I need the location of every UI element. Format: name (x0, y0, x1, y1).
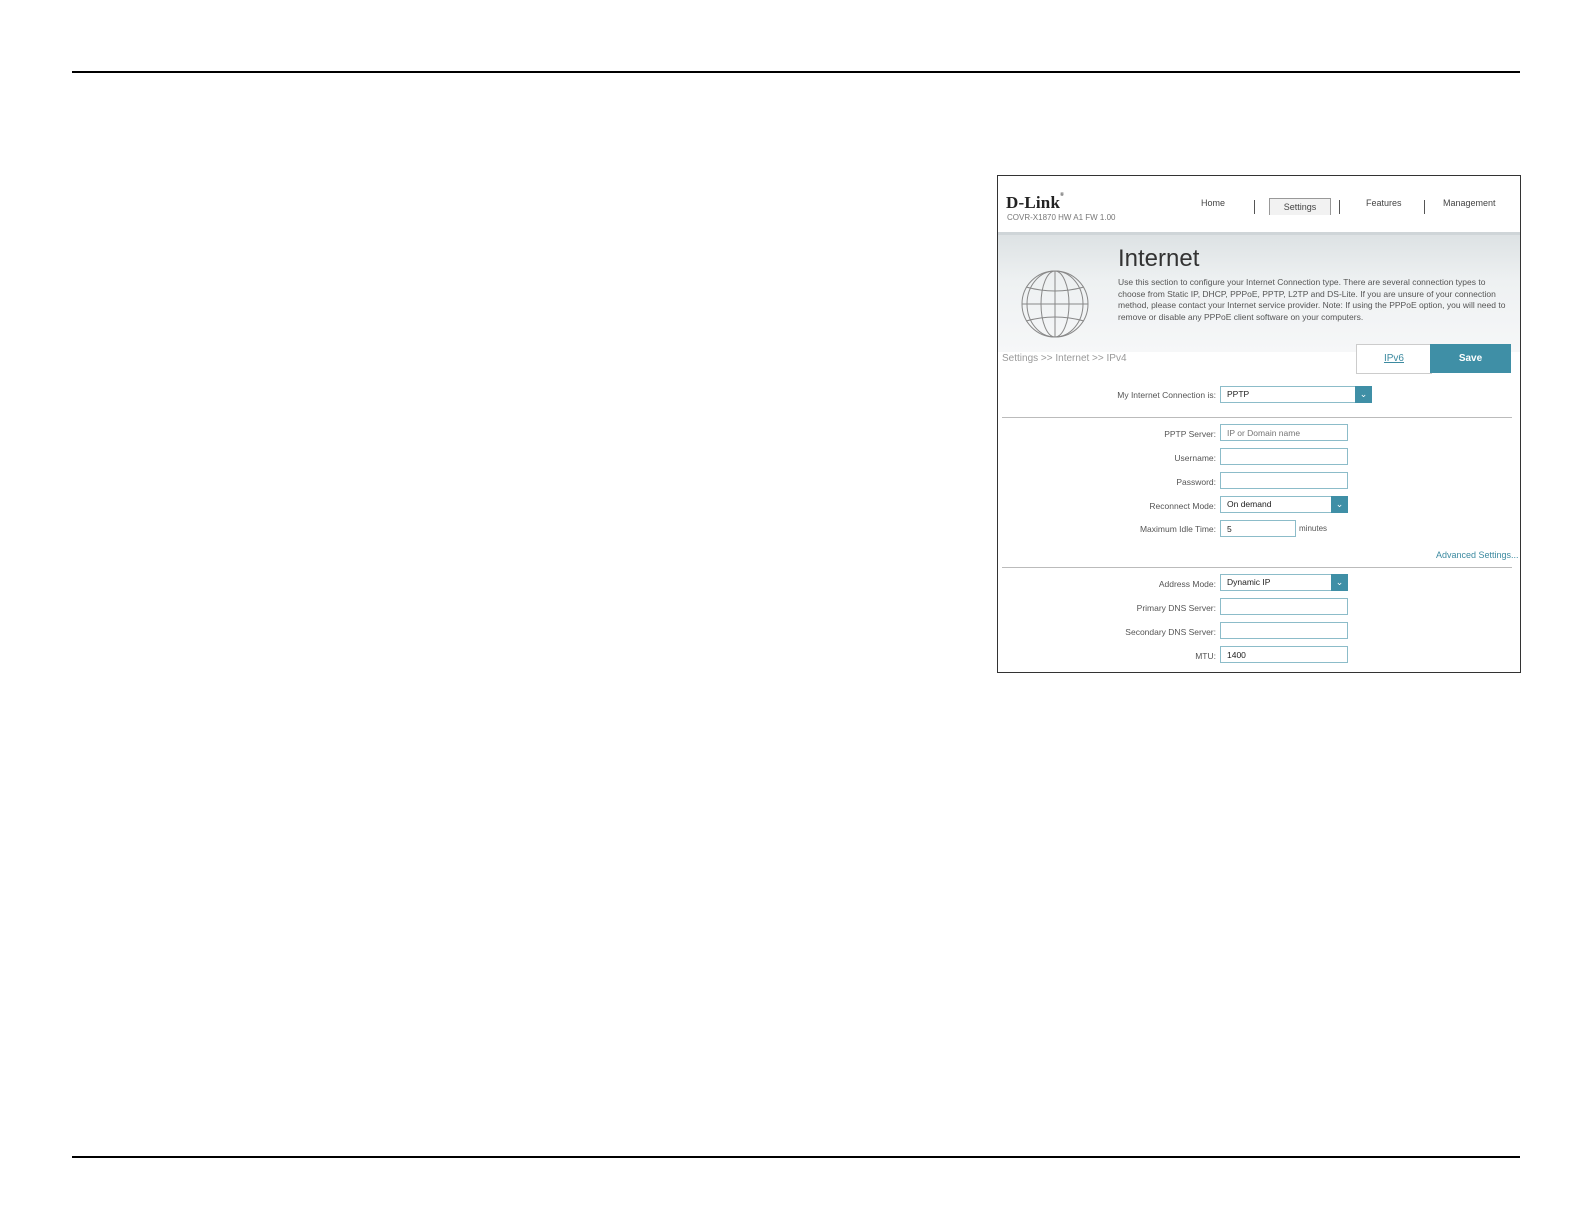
ipv6-button[interactable]: IPv6 (1356, 344, 1432, 374)
address-mode-select[interactable]: Dynamic IP ⌄ (1220, 574, 1348, 591)
router-ui-screenshot: D-Link® COVR-X1870 HW A1 FW 1.00 Home Se… (997, 175, 1521, 673)
reconnect-mode-label: Reconnect Mode: (1149, 501, 1216, 511)
connection-type-value: PPTP (1227, 389, 1250, 399)
page-banner: Internet Use this section to configure y… (998, 232, 1520, 352)
idle-unit-label: minutes (1299, 524, 1328, 533)
page-description: Use this section to configure your Inter… (1118, 277, 1506, 322)
advanced-settings-link[interactable]: Advanced Settings... (1436, 550, 1519, 560)
max-idle-time-label: Maximum Idle Time: (1139, 524, 1216, 534)
pptp-server-label: PPTP Server: (1164, 429, 1216, 439)
connection-type-label: My Internet Connection is: (1117, 390, 1216, 400)
divider (1002, 417, 1512, 418)
nav-features[interactable]: Features (1366, 198, 1402, 208)
top-rule (72, 71, 1520, 73)
page-title: Internet (1118, 245, 1200, 272)
address-mode-label: Address Mode: (1158, 579, 1216, 589)
secondary-dns-input[interactable] (1220, 622, 1348, 639)
password-label: Password: (1176, 477, 1216, 487)
primary-dns-input[interactable] (1220, 598, 1348, 615)
save-button[interactable]: Save (1430, 344, 1511, 373)
pptp-server-input[interactable] (1220, 424, 1348, 441)
password-input[interactable] (1220, 472, 1348, 489)
nav-settings[interactable]: Settings (1269, 198, 1331, 215)
nav-divider (1424, 200, 1425, 214)
username-input[interactable] (1220, 448, 1348, 465)
globe-icon (1021, 270, 1089, 338)
reconnect-mode-select[interactable]: On demand ⌄ (1220, 496, 1348, 513)
app-header: D-Link® COVR-X1870 HW A1 FW 1.00 Home Se… (998, 176, 1520, 236)
chevron-down-icon[interactable]: ⌄ (1355, 386, 1372, 403)
nav-divider (1254, 200, 1255, 214)
mtu-input[interactable] (1220, 646, 1348, 663)
connection-type-select[interactable]: PPTP ⌄ (1220, 386, 1372, 403)
mtu-label: MTU: (1195, 651, 1216, 661)
max-idle-time-input[interactable] (1220, 520, 1296, 537)
nav-home[interactable]: Home (1201, 198, 1225, 208)
nav-management[interactable]: Management (1443, 198, 1496, 208)
reconnect-mode-value: On demand (1227, 499, 1272, 509)
divider (1002, 567, 1512, 568)
breadcrumb: Settings >> Internet >> IPv4 (1002, 353, 1127, 364)
nav-divider (1339, 200, 1340, 214)
chevron-down-icon[interactable]: ⌄ (1331, 574, 1348, 591)
primary-dns-label: Primary DNS Server: (1136, 603, 1216, 613)
chevron-down-icon[interactable]: ⌄ (1331, 496, 1348, 513)
dlink-logo: D-Link® (1006, 193, 1065, 212)
username-label: Username: (1174, 453, 1216, 463)
address-mode-value: Dynamic IP (1227, 577, 1271, 587)
model-info: COVR-X1870 HW A1 FW 1.00 (1007, 213, 1116, 222)
secondary-dns-label: Secondary DNS Server: (1125, 627, 1216, 637)
bottom-rule (72, 1156, 1520, 1158)
